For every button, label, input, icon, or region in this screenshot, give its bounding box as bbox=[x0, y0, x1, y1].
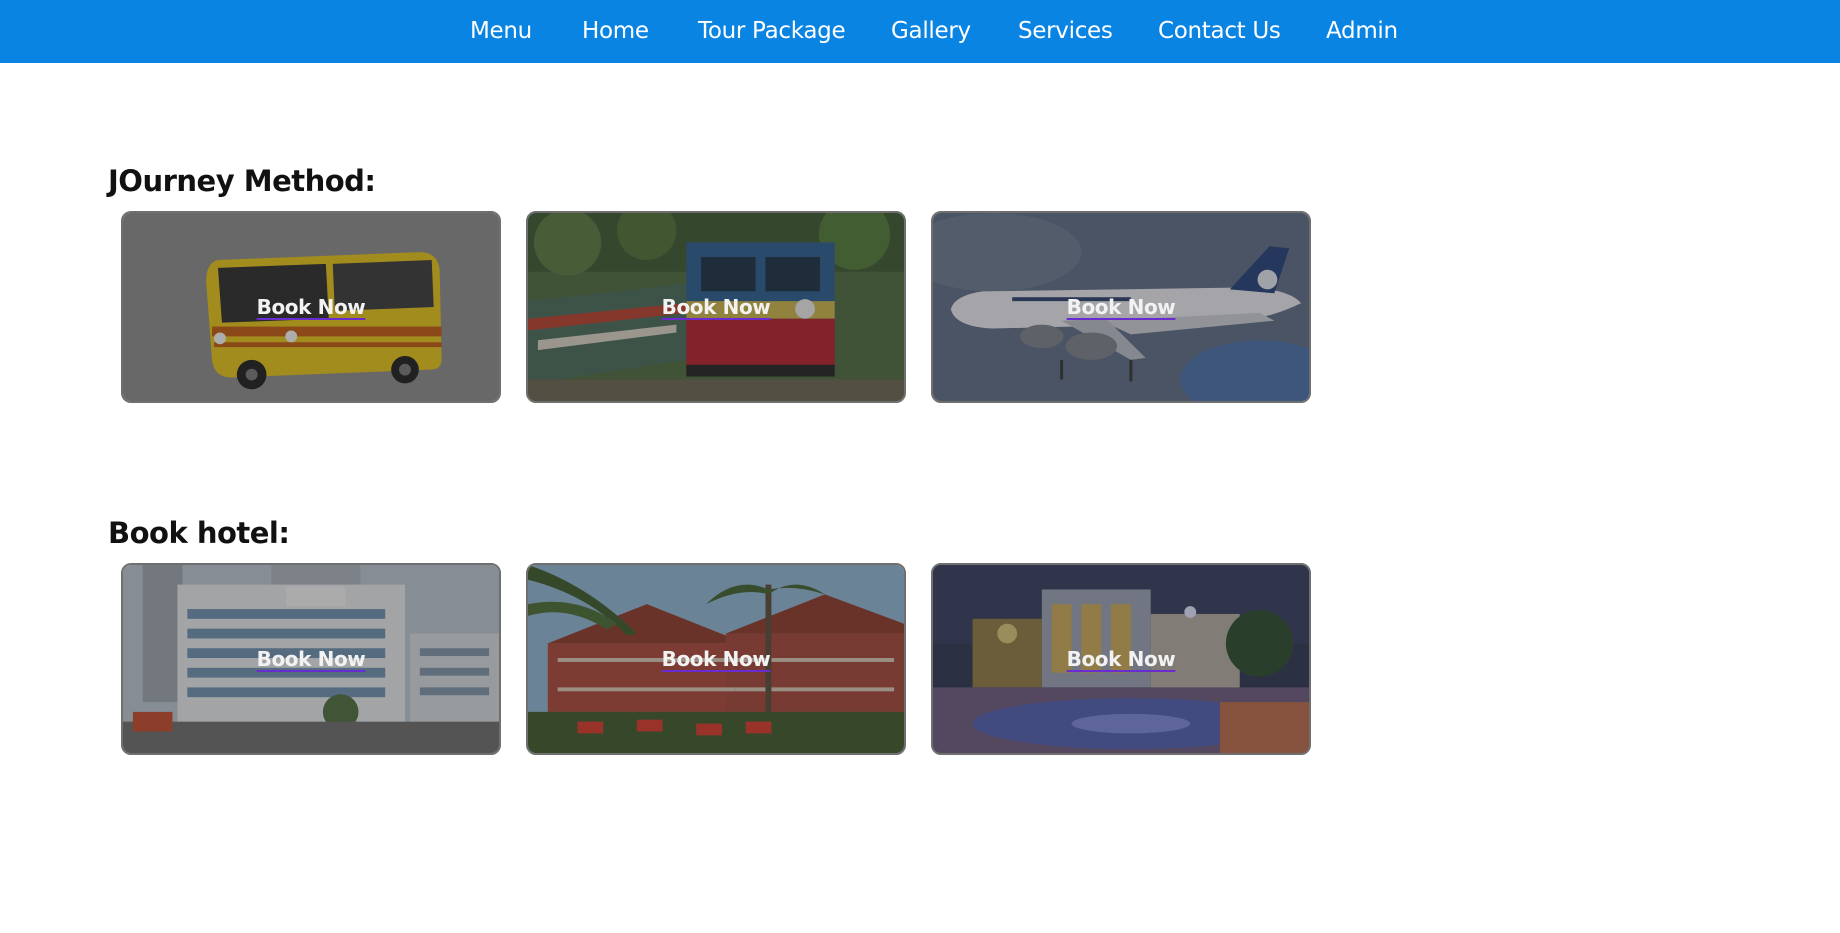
book-now-link[interactable]: Book Now bbox=[123, 295, 499, 319]
book-now-link[interactable]: Book Now bbox=[933, 647, 1309, 671]
nav-item-contact-us[interactable]: Contact Us bbox=[1158, 18, 1281, 44]
hotel-card-building[interactable]: Book Now bbox=[121, 563, 501, 755]
journey-card-airplane[interactable]: Book Now bbox=[931, 211, 1311, 403]
journey-card-bus[interactable]: Book Now bbox=[121, 211, 501, 403]
nav-item-tour-package[interactable]: Tour Package bbox=[698, 18, 846, 44]
nav-item-services[interactable]: Services bbox=[1018, 18, 1113, 44]
book-now-link[interactable]: Book Now bbox=[528, 295, 904, 319]
book-now-link[interactable]: Book Now bbox=[123, 647, 499, 671]
nav-item-gallery[interactable]: Gallery bbox=[891, 18, 971, 44]
nav-item-admin[interactable]: Admin bbox=[1326, 18, 1398, 44]
journey-card-train[interactable]: Book Now bbox=[526, 211, 906, 403]
nav-item-menu[interactable]: Menu bbox=[470, 18, 532, 44]
hotel-card-pool[interactable]: Book Now bbox=[931, 563, 1311, 755]
top-navbar: Menu Home Tour Package Gallery Services … bbox=[0, 0, 1840, 63]
book-now-link[interactable]: Book Now bbox=[933, 295, 1309, 319]
hotel-card-resort[interactable]: Book Now bbox=[526, 563, 906, 755]
hotel-section-title: Book hotel: bbox=[108, 516, 290, 550]
book-now-link[interactable]: Book Now bbox=[528, 647, 904, 671]
journey-section-title: JOurney Method: bbox=[108, 164, 376, 198]
nav-item-home[interactable]: Home bbox=[582, 18, 649, 44]
nav-menu: Menu Home Tour Package Gallery Services … bbox=[0, 0, 1840, 63]
